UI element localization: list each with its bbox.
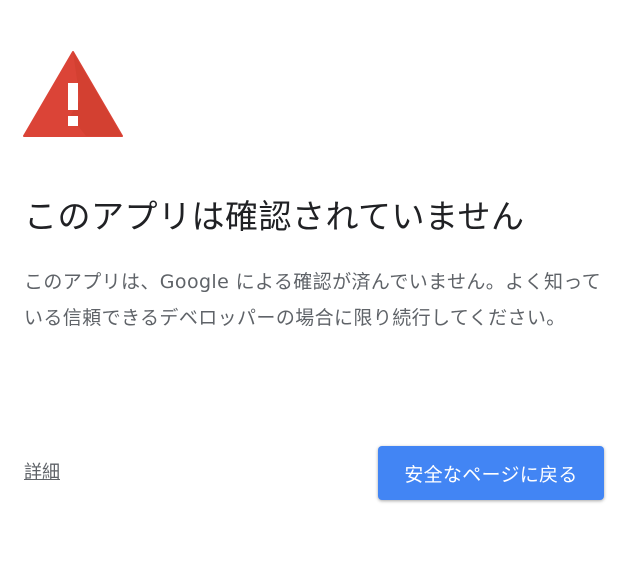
warning-description: このアプリは、Google による確認が済んでいません。よく知っている信頼できる… (24, 271, 602, 329)
page-title: このアプリは確認されていません (24, 197, 525, 236)
back-to-safety-button[interactable]: 安全なページに戻る (378, 446, 604, 500)
details-link[interactable]: 詳細 (24, 459, 60, 487)
warning-triangle-icon (22, 50, 124, 138)
